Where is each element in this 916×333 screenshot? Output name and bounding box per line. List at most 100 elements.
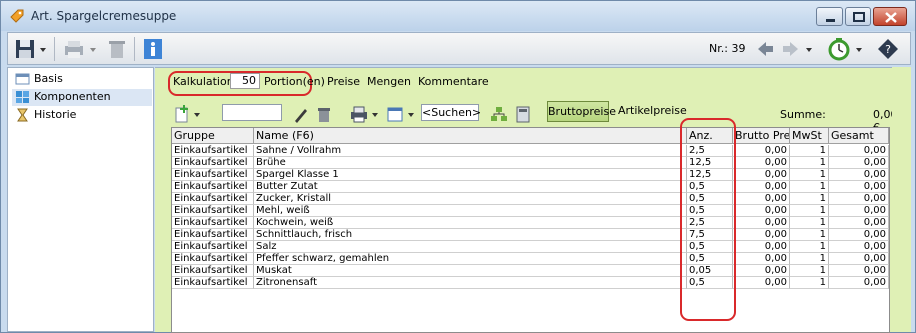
column-header-anz[interactable]: Anz. [687,128,733,144]
column-header-gruppe[interactable]: Gruppe [172,128,254,144]
table-cell: 0,00 [733,205,790,217]
table-cell: Einkaufsartikel [172,277,254,289]
table-row[interactable]: Einkaufsartikel Butter Zutat 0,5 0,00 1 0,00 [172,181,889,193]
window-title: Art. Spargelcremesuppe [31,9,177,23]
bruttopreise-button[interactable]: Bruttopreise [547,101,616,122]
table-cell: Einkaufsartikel [172,169,254,181]
help-icon[interactable]: ? [876,36,900,62]
application-window: Art. Spargelcremesuppe Nr.: 39 ? Basis K… [0,0,916,333]
table-cell: 0,00 [829,241,889,253]
table-cell[interactable]: 2,5 [687,217,733,229]
column-header-mwst[interactable]: MwSt [790,128,829,144]
right-edge [892,67,911,332]
table-cell: Muskat [254,265,687,277]
chevron-down-icon[interactable] [38,36,48,62]
table-cell[interactable]: 12,5 [687,169,733,181]
tab-mengen[interactable]: Mengen [367,75,411,88]
calendar-icon[interactable] [386,104,404,124]
table-cell[interactable]: 0,5 [687,181,733,193]
chevron-down-icon[interactable] [854,36,864,62]
table-cell: Mehl, weiß [254,205,687,217]
table-row[interactable]: Einkaufsartikel Kochwein, weiß 2,5 0,00 1 0,0… [172,217,889,229]
table-cell[interactable]: 0,5 [687,277,733,289]
table-cell[interactable]: 7,5 [687,229,733,241]
table-cell[interactable]: 0,5 [687,241,733,253]
table-cell: 0,00 [733,277,790,289]
table-cell: 1 [790,181,829,193]
pencil-icon[interactable] [292,104,308,124]
title-bar: Art. Spargelcremesuppe [1,1,915,31]
chevron-down-icon[interactable] [370,104,380,124]
svg-text:?: ? [885,43,891,56]
table-row[interactable]: Einkaufsartikel Schnittlauch, frisch 7,5 0,… [172,229,889,241]
table-cell: Einkaufsartikel [172,253,254,265]
tab-kommentare[interactable]: Kommentare [418,75,489,88]
back-arrow-icon[interactable] [754,36,776,62]
sidebar-item-historie[interactable]: Historie [12,107,152,124]
print-icon[interactable] [62,36,86,62]
save-icon[interactable] [14,36,36,62]
calculator-icon[interactable] [514,104,532,124]
table-row[interactable]: Einkaufsartikel Sahne / Vollrahm 2,5 0,00 1 0… [172,145,889,157]
column-header-brutto-preis[interactable]: Brutto Preis [733,128,790,144]
table-cell: 0,00 [733,181,790,193]
forward-arrow-icon[interactable] [780,36,802,62]
table-cell[interactable]: 0,5 [687,205,733,217]
table-cell: 0,00 [733,217,790,229]
table-row[interactable]: Einkaufsartikel Mehl, weiß 0,5 0,00 1 0,00 [172,205,889,217]
group-icon[interactable] [490,104,508,124]
minimize-button[interactable] [816,7,843,26]
table-cell[interactable]: 0,05 [687,265,733,277]
table-cell: 1 [790,217,829,229]
new-item-icon[interactable] [174,104,190,124]
tab-preise[interactable]: Preise [327,75,360,88]
table-cell[interactable]: 0,5 [687,193,733,205]
table-cell[interactable]: 12,5 [687,157,733,169]
table-cell: 0,00 [733,241,790,253]
table-cell: 0,00 [829,253,889,265]
maximize-button[interactable] [845,7,871,26]
table-cell[interactable]: 2,5 [687,145,733,157]
table-cell: 0,00 [829,217,889,229]
column-header-name[interactable]: Name (F6) [254,128,687,144]
table-cell: Salz [254,241,687,253]
trash-icon[interactable] [106,36,128,62]
close-button[interactable] [873,7,907,26]
table-cell[interactable]: 0,5 [687,253,733,265]
sidebar-item-label: Komponenten [34,90,111,103]
window-icon [15,73,30,85]
table-cell: 1 [790,205,829,217]
sidebar-item-basis[interactable]: Basis [12,71,152,88]
search-field[interactable]: <Suchen> [421,104,481,121]
calculation-label: Kalkulation: [173,75,238,88]
table-row[interactable]: Einkaufsartikel Zucker, Kristall 0,5 0,00 1 0… [172,193,889,205]
info-icon[interactable] [142,36,164,62]
table-cell: Schnittlauch, frisch [254,229,687,241]
table-row[interactable]: Einkaufsartikel Zitronensaft 0,5 0,00 1 0,00 [172,277,889,289]
printer-icon[interactable] [350,104,368,124]
table-cell: 1 [790,157,829,169]
sidebar: Basis Komponenten Historie [7,67,154,332]
table-row[interactable]: Einkaufsartikel Salz 0,5 0,00 1 0,00 [172,241,889,253]
chevron-down-icon[interactable] [88,36,98,62]
record-number: Nr.: 39 [709,42,746,55]
component-panel: Kalkulation: 50 Portion(en) Preise Menge… [155,67,898,333]
portions-input[interactable]: 50 [230,73,260,89]
table-row[interactable]: Einkaufsartikel Muskat 0,05 0,00 1 0,00 [172,265,889,277]
filter-input[interactable] [222,104,282,121]
chevron-down-icon[interactable] [804,36,814,62]
table-row[interactable]: Einkaufsartikel Pfeffer schwarz, gemahlen… [172,253,889,265]
table-cell: 0,00 [733,253,790,265]
sidebar-item-komponenten[interactable]: Komponenten [12,89,152,106]
column-header-gesamt[interactable]: Gesamt [829,128,889,144]
chevron-down-icon[interactable] [192,104,202,124]
artikelpreise-button[interactable]: Artikelpreise [618,104,687,117]
timer-icon[interactable] [826,36,852,62]
sidebar-item-label: Historie [34,108,77,121]
hourglass-icon [17,108,28,122]
table-row[interactable]: Einkaufsartikel Spargel Klasse 1 12,5 0,00 1… [172,169,889,181]
table-cell: Einkaufsartikel [172,241,254,253]
chevron-down-icon[interactable] [406,104,416,124]
table-row[interactable]: Einkaufsartikel Brühe 12,5 0,00 1 0,00 [172,157,889,169]
delete-icon[interactable] [316,104,332,124]
